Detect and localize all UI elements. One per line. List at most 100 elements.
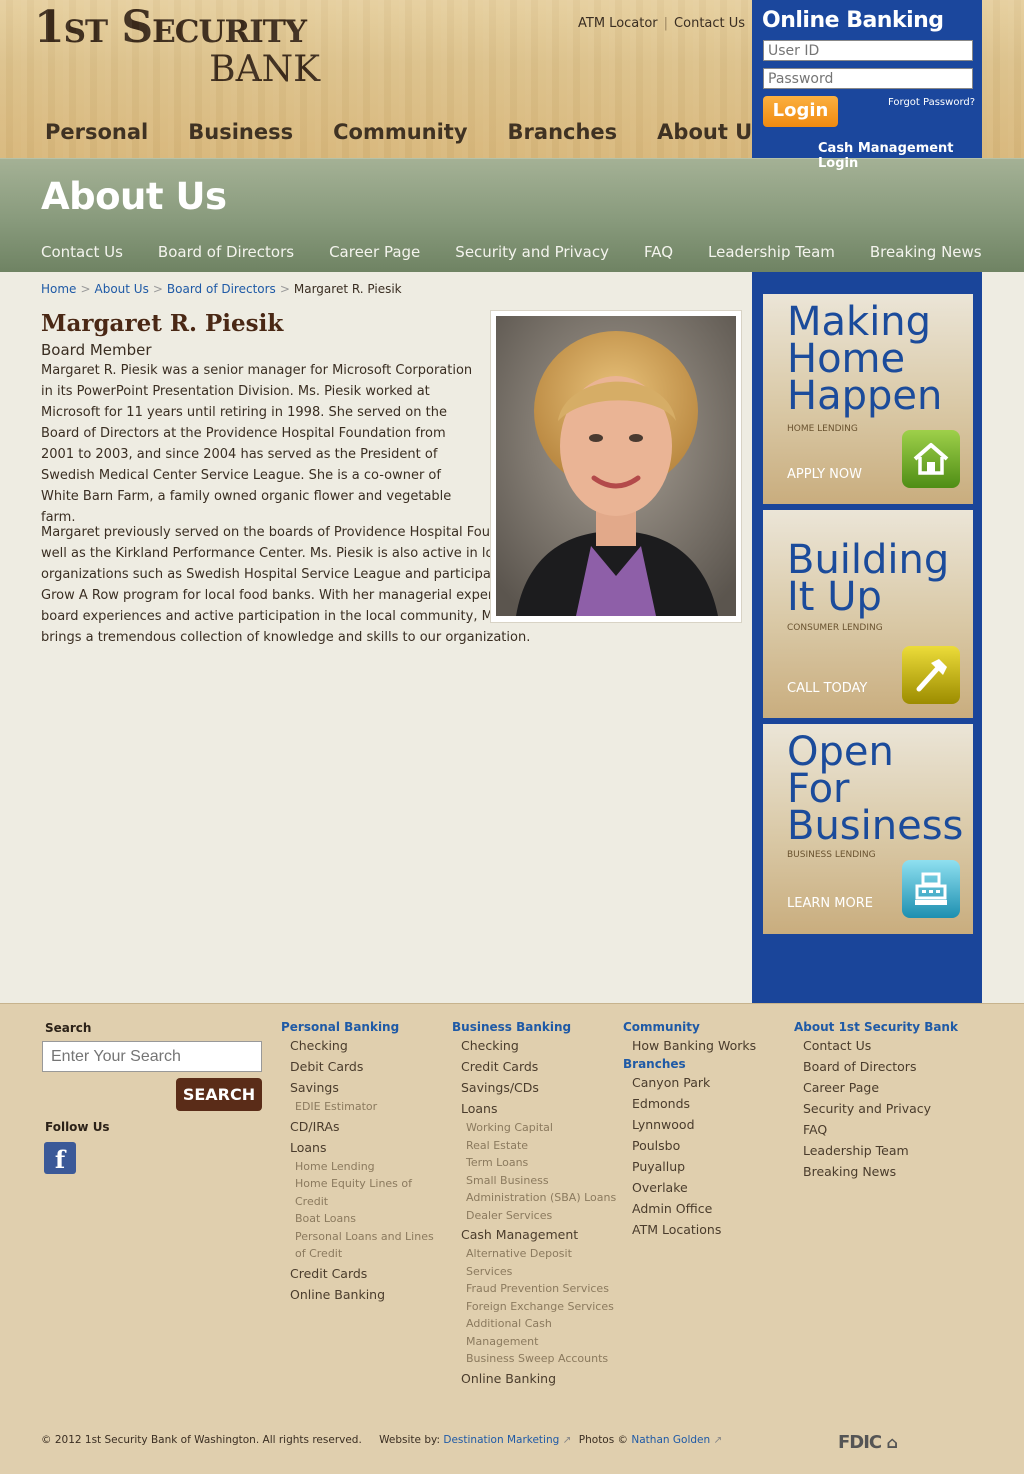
footer-link[interactable]: Leadership Team	[794, 1140, 984, 1161]
footer-link[interactable]: Poulsbo	[623, 1135, 783, 1156]
footer-link-list: Checking Credit Cards Savings/CDs Loans Work…	[452, 1035, 617, 1389]
portrait-image	[496, 316, 736, 616]
bank-logo[interactable]: 1st Security Bank	[34, 6, 324, 88]
footer-link[interactable]: Breaking News	[794, 1161, 984, 1182]
subnav-leadership-team[interactable]: Leadership Team	[708, 243, 835, 261]
promo-subtitle: BUSINESS LENDING	[787, 850, 876, 860]
footer-link[interactable]: Online Banking	[452, 1368, 617, 1389]
footer-link[interactable]: Alternative Deposit Services	[452, 1245, 617, 1280]
footer-link[interactable]: Small Business Administration (SBA) Loan…	[452, 1172, 617, 1207]
promo-business-lending[interactable]: Open For Business BUSINESS LENDING LEARN…	[763, 724, 973, 934]
learn-more-link[interactable]: LEARN MORE	[787, 896, 873, 911]
footer-link[interactable]: Cash Management	[452, 1224, 617, 1245]
footer-search-input[interactable]	[42, 1041, 262, 1072]
footer-link[interactable]: Savings/CDs	[452, 1077, 617, 1098]
call-today-link[interactable]: CALL TODAY	[787, 681, 867, 696]
footer-link[interactable]: Career Page	[794, 1077, 984, 1098]
footer-link[interactable]: Real Estate	[452, 1137, 617, 1155]
footer-heading[interactable]: Personal Banking	[281, 1020, 441, 1034]
footer-link[interactable]: Lynnwood	[623, 1114, 783, 1135]
photos-label: Photos ©	[578, 1434, 629, 1446]
footer-link[interactable]: Loans	[281, 1137, 441, 1158]
footer-link[interactable]: Home Equity Lines of Credit	[281, 1175, 441, 1210]
promo-title-line: Happen	[787, 373, 943, 419]
breadcrumb-about-us[interactable]: About Us	[95, 282, 149, 296]
footer-col-personal: Personal Banking Checking Debit Cards Savi…	[281, 1020, 441, 1305]
user-id-input[interactable]	[763, 40, 973, 61]
facebook-icon[interactable]: f	[44, 1142, 76, 1174]
cash-management-login-link[interactable]: Cash Management Login	[818, 141, 982, 171]
footer-link[interactable]: Credit Cards	[281, 1263, 441, 1284]
footer-link[interactable]: Contact Us	[794, 1035, 984, 1056]
nav-branches[interactable]: Branches	[508, 120, 618, 144]
footer-link[interactable]: Online Banking	[281, 1284, 441, 1305]
footer-link[interactable]: Home Lending	[281, 1158, 441, 1176]
footer-link[interactable]: Additional Cash Management	[452, 1315, 617, 1350]
promo-consumer-lending[interactable]: Building It Up CONSUMER LENDING CALL TOD…	[763, 510, 973, 718]
footer-search-label: Search	[45, 1021, 92, 1035]
footer-link[interactable]: Term Loans	[452, 1154, 617, 1172]
footer-search-button[interactable]: SEARCH	[176, 1078, 262, 1111]
footer-link[interactable]: How Banking Works	[623, 1035, 783, 1056]
section-title: About Us	[41, 175, 227, 218]
breadcrumb-separator: >	[80, 282, 91, 296]
atm-locator-link[interactable]: ATM Locator	[572, 16, 664, 31]
nav-business[interactable]: Business	[188, 120, 293, 144]
subnav-faq[interactable]: FAQ	[644, 243, 673, 261]
footer-link[interactable]: Fraud Prevention Services	[452, 1280, 617, 1298]
destination-marketing-link[interactable]: Destination Marketing	[443, 1434, 559, 1446]
footer-link[interactable]: EDIE Estimator	[281, 1098, 441, 1116]
footer-link[interactable]: Savings	[281, 1077, 441, 1098]
nav-about-us[interactable]: About Us	[657, 120, 765, 144]
profile-role: Board Member	[41, 341, 152, 359]
login-button[interactable]: Login	[763, 96, 838, 127]
footer-link[interactable]: FAQ	[794, 1119, 984, 1140]
nathan-golden-link[interactable]: Nathan Golden	[631, 1434, 710, 1446]
promo-subtitle: HOME LENDING	[787, 424, 858, 434]
forgot-password-link[interactable]: Forgot Password?	[888, 97, 975, 108]
footer-link[interactable]: Foreign Exchange Services	[452, 1298, 617, 1316]
footer-link[interactable]: Checking	[281, 1035, 441, 1056]
footer-link[interactable]: Credit Cards	[452, 1056, 617, 1077]
password-input[interactable]	[763, 68, 973, 89]
footer-link[interactable]: Checking	[452, 1035, 617, 1056]
footer-link[interactable]: Dealer Services	[452, 1207, 617, 1225]
footer-link[interactable]: Admin Office	[623, 1198, 783, 1219]
footer-link[interactable]: Puyallup	[623, 1156, 783, 1177]
footer-link[interactable]: ATM Locations	[623, 1219, 783, 1240]
subnav-security-privacy[interactable]: Security and Privacy	[455, 243, 609, 261]
subnav-career-page[interactable]: Career Page	[329, 243, 420, 261]
subnav-board-of-directors[interactable]: Board of Directors	[158, 243, 294, 261]
site-footer: Search SEARCH Follow Us f Personal Banki…	[0, 1003, 1024, 1474]
section-banner: About Us Contact Us Board of Directors C…	[0, 158, 1024, 272]
footer-link[interactable]: Business Sweep Accounts	[452, 1350, 617, 1368]
breadcrumb-board[interactable]: Board of Directors	[167, 282, 276, 296]
footer-link[interactable]: Personal Loans and Lines of Credit	[281, 1228, 441, 1263]
contact-us-link[interactable]: Contact Us	[668, 16, 751, 31]
promo-home-lending[interactable]: Making Home Happen HOME LENDING APPLY NO…	[763, 294, 973, 504]
subnav-breaking-news[interactable]: Breaking News	[870, 243, 982, 261]
breadcrumb-home[interactable]: Home	[41, 282, 76, 296]
footer-link[interactable]: Canyon Park	[623, 1072, 783, 1093]
footer-link-list: Contact Us Board of Directors Career Page S…	[794, 1035, 984, 1182]
footer-heading[interactable]: Community	[623, 1020, 783, 1034]
footer-credits: © 2012 1st Security Bank of Washington. …	[41, 1434, 722, 1446]
footer-col-business: Business Banking Checking Credit Cards Sav…	[452, 1020, 617, 1389]
footer-link[interactable]: Edmonds	[623, 1093, 783, 1114]
footer-link[interactable]: CD/IRAs	[281, 1116, 441, 1137]
footer-link[interactable]: Security and Privacy	[794, 1098, 984, 1119]
footer-heading[interactable]: Branches	[623, 1057, 783, 1071]
subnav-contact-us[interactable]: Contact Us	[41, 243, 123, 261]
footer-link[interactable]: Debit Cards	[281, 1056, 441, 1077]
footer-link[interactable]: Overlake	[623, 1177, 783, 1198]
footer-link[interactable]: Loans	[452, 1098, 617, 1119]
footer-link[interactable]: Board of Directors	[794, 1056, 984, 1077]
breadcrumb-separator: >	[152, 282, 163, 296]
apply-now-link[interactable]: APPLY NOW	[787, 467, 862, 482]
nav-personal[interactable]: Personal	[45, 120, 148, 144]
nav-community[interactable]: Community	[333, 120, 467, 144]
footer-link[interactable]: Working Capital	[452, 1119, 617, 1137]
footer-heading[interactable]: About 1st Security Bank	[794, 1020, 984, 1034]
footer-heading[interactable]: Business Banking	[452, 1020, 617, 1034]
footer-link[interactable]: Boat Loans	[281, 1210, 441, 1228]
